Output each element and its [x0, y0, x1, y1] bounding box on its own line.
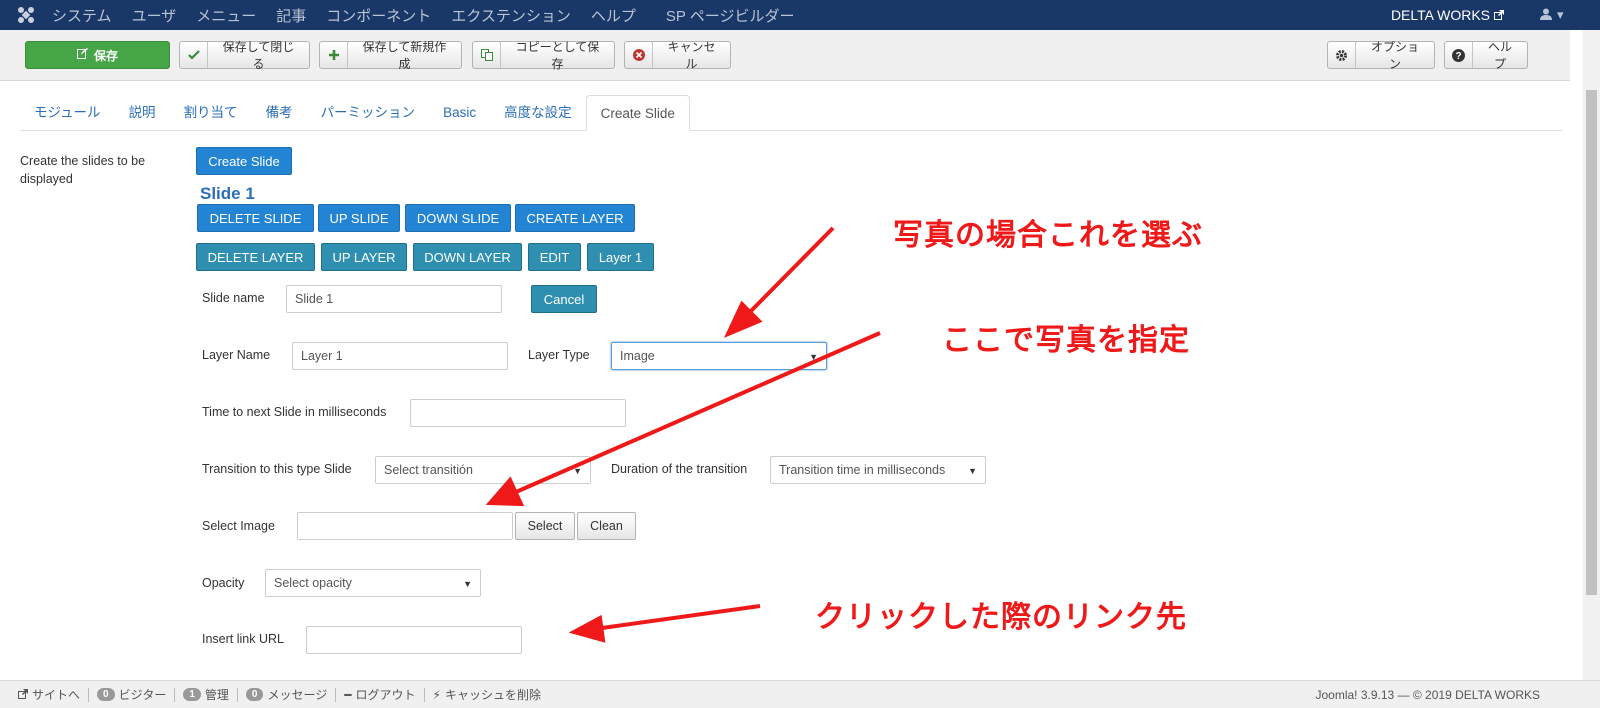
arrow-to-select-image [515, 331, 881, 494]
status-bar: サイトへ 0 ビジター 1 管理 0 メッセージ ━ ログアウト ⚡ キャッシュ… [0, 680, 1600, 708]
messages-count-badge: 0 [245, 688, 264, 701]
clear-cache-label: キャッシュを削除 [444, 688, 541, 702]
visitors-count-badge: 0 [97, 688, 115, 701]
arrow-to-link-url [601, 604, 761, 630]
annotation-arrows [485, 226, 881, 643]
external-link-icon [18, 688, 28, 702]
messages-label: メッセージ [267, 688, 328, 702]
view-site-label: サイトへ [32, 688, 81, 702]
admins-count-badge: 1 [183, 688, 201, 701]
minus-icon: ━ [344, 687, 352, 702]
arrow-head-link-url [568, 614, 606, 643]
version-text: Joomla! 3.9.13 — © 2019 DELTA WORKS [1315, 688, 1541, 702]
arrow-to-layer-type [746, 226, 835, 316]
view-site-link[interactable]: サイトへ [10, 687, 90, 702]
visitors-link[interactable]: 0 ビジター [89, 687, 176, 702]
clear-cache-link[interactable]: ⚡ キャッシュを削除 [425, 687, 549, 703]
logout-link[interactable]: ━ ログアウト [336, 687, 425, 702]
admins-link[interactable]: 1 管理 [175, 687, 238, 702]
visitors-label: ビジター [118, 688, 167, 702]
logout-label: ログアウト [355, 688, 416, 702]
messages-link[interactable]: 0 メッセージ [238, 687, 337, 702]
arrow-head-select-image [485, 476, 525, 507]
flash-icon: ⚡ [432, 687, 441, 702]
admins-label: 管理 [204, 688, 229, 702]
